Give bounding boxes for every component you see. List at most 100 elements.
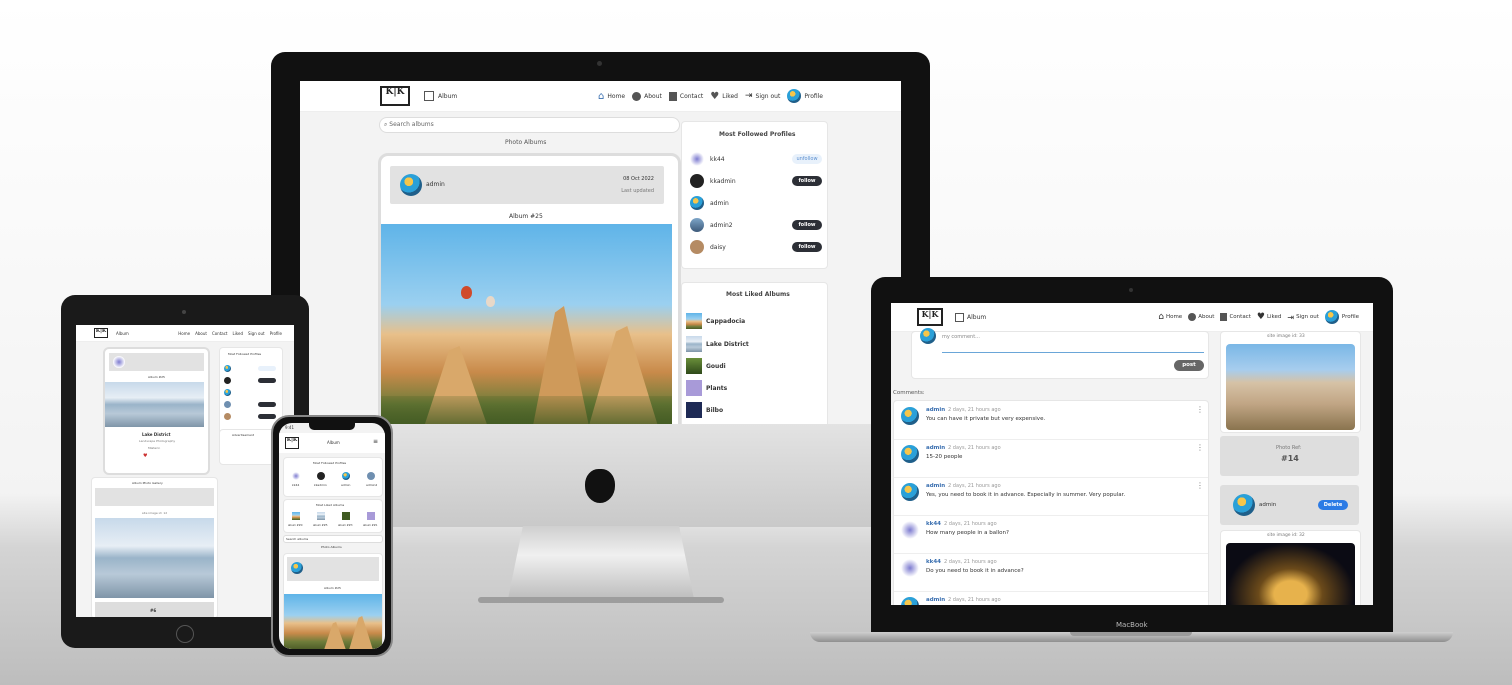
comment-user[interactable]: admin (926, 407, 945, 413)
logo[interactable]: K|K (380, 86, 410, 106)
home-nav-link[interactable]: Home (178, 331, 190, 336)
album-owner-bar: admin 08 Oct 2022 Last updated (390, 166, 664, 204)
most-followed-panel: Most Followed Profiles kk44 unfollow kka… (681, 121, 828, 269)
delete-button[interactable]: Delete (1318, 500, 1348, 510)
album-card[interactable]: admin 08 Oct 2022 Last updated Album #25 (378, 153, 681, 424)
most-followed-title: Most Followed Profiles (719, 131, 796, 138)
info-icon (1188, 313, 1197, 321)
search-input[interactable]: Search albums (283, 535, 383, 543)
album-card[interactable]: Album #25 Lake District Landscape Photog… (103, 347, 210, 475)
home-icon: ⌂ (598, 90, 605, 102)
profile-nav-link[interactable]: Profile (1324, 310, 1359, 324)
contact-nav-link[interactable]: Contact (1220, 313, 1251, 321)
profile-row[interactable]: daisy follow (690, 240, 822, 256)
laptop-camera (1129, 288, 1133, 292)
tablet-camera (182, 310, 186, 314)
site-image-photo[interactable] (1226, 344, 1355, 430)
tablet-home-button[interactable] (176, 625, 194, 643)
heart-icon: ♥ (710, 90, 720, 102)
unfollow-button[interactable]: unfollow (792, 154, 822, 164)
comment-text: You can have it private but very expensi… (926, 416, 1046, 422)
album-title: Album #25 (509, 213, 543, 220)
contact-nav-link[interactable]: Contact (212, 331, 228, 336)
home-icon: ⌂ (1158, 312, 1164, 322)
avatar (901, 407, 919, 425)
like-icon[interactable]: ♥ (143, 453, 147, 459)
comment-user[interactable]: admin (926, 445, 945, 451)
liked-nav-link[interactable]: ♥ Liked (1257, 312, 1282, 322)
comment-text: 15-20 people (926, 454, 963, 460)
album-nav-link[interactable]: Album (424, 91, 457, 101)
profile-row[interactable]: admin2 follow (690, 218, 822, 234)
comment-item: admin 2 days, 21 hours ago (894, 591, 1208, 605)
phone-notch (309, 423, 355, 430)
imac-camera (597, 61, 602, 66)
comment-user[interactable]: kk44 (926, 521, 941, 527)
follow-button[interactable]: follow (792, 220, 822, 230)
album-nav-link[interactable]: Album (116, 331, 129, 336)
logo[interactable]: K|K (917, 308, 943, 326)
comment-time: 2 days, 21 hours ago (944, 521, 997, 527)
home-nav-link[interactable]: ⌂ Home (1158, 312, 1182, 322)
album-owner-name[interactable]: admin (426, 181, 445, 188)
comment-item: kk44 2 days, 21 hours ago How many peopl… (894, 515, 1208, 554)
avatar (1324, 310, 1339, 324)
avatar (901, 483, 919, 501)
site-image-photo[interactable] (1226, 543, 1355, 605)
liked-nav-link[interactable]: ♥ Liked (710, 91, 738, 102)
kebab-menu-icon[interactable]: ⋮ (1196, 481, 1204, 490)
owner-name[interactable]: admin (1259, 502, 1276, 508)
album-cover-photo[interactable] (105, 382, 204, 427)
profile-nav-link[interactable]: Profile (787, 89, 823, 103)
info-icon (632, 91, 642, 101)
sign-out-nav-link[interactable]: ⇥ Sign out (745, 91, 780, 101)
heart-icon: ♥ (1256, 312, 1265, 322)
about-nav-link[interactable]: About (1188, 313, 1214, 321)
profile-row[interactable]: kkadmin follow (690, 174, 822, 190)
logo[interactable]: K|K (285, 437, 299, 449)
album-card[interactable]: Album #25 (283, 553, 383, 649)
avatar (787, 89, 802, 103)
site-image-id: site image id: 33 (1267, 334, 1305, 339)
comment-item: kk44 2 days, 21 hours ago Do you need to… (894, 553, 1208, 592)
avatar (690, 152, 704, 166)
site-image-panel: site image id: 33 (1220, 331, 1361, 433)
kebab-menu-icon[interactable]: ⋮ (1196, 443, 1204, 452)
comment-time: 2 days, 21 hours ago (948, 483, 1001, 489)
imac-stand-base (478, 597, 724, 603)
comment-user[interactable]: kk44 (926, 559, 941, 565)
sign-out-nav-link[interactable]: ⇥ Sign out (1287, 313, 1318, 322)
home-nav-link[interactable]: ⌂ Home (598, 91, 625, 102)
liked-nav-link[interactable]: Liked (233, 331, 244, 336)
gallery-photo[interactable] (95, 518, 214, 598)
comment-time: 2 days, 21 hours ago (948, 407, 1001, 413)
gallery-panel: Album Photo Gallery site image id: 12 #6 (91, 477, 218, 617)
follow-button[interactable]: follow (792, 176, 822, 186)
search-input[interactable]: ⌕ Search albums (379, 117, 680, 133)
album-cover-photo[interactable] (284, 594, 382, 649)
about-nav-link[interactable]: About (195, 331, 207, 336)
phone-liked-panel: Most Liked Albums album ##0 album ##5 al… (283, 499, 383, 533)
sign-out-nav-link[interactable]: Sign out (248, 331, 265, 336)
comment-user[interactable]: admin (926, 483, 945, 489)
post-button[interactable]: post (1174, 360, 1204, 371)
profile-nav-link[interactable]: Profile (270, 331, 282, 336)
comment-item: admin 2 days, 21 hours ago Yes, you need… (894, 477, 1208, 516)
comment-user[interactable]: admin (926, 597, 945, 603)
comment-item: admin 2 days, 21 hours ago You can have … (894, 401, 1208, 440)
logo[interactable]: K|K (94, 328, 108, 338)
album-nav-link[interactable]: Album (327, 440, 340, 445)
about-nav-link[interactable]: About (632, 91, 662, 101)
avatar (901, 521, 919, 539)
profile-row[interactable]: admin (690, 196, 822, 212)
album-nav-link[interactable]: Album (955, 312, 986, 322)
profile-row[interactable]: kk44 unfollow (690, 152, 822, 168)
menu-icon[interactable]: ≡ (373, 438, 378, 445)
album-cover-photo[interactable] (381, 224, 672, 424)
comment-text: Do you need to book it in advance? (926, 568, 1024, 574)
kebab-menu-icon[interactable]: ⋮ (1196, 405, 1204, 414)
follow-button[interactable]: follow (792, 242, 822, 252)
phone-time: 9:41 (285, 425, 294, 430)
comment-textarea[interactable]: my comment... (942, 332, 1204, 353)
contact-nav-link[interactable]: Contact (668, 91, 703, 101)
